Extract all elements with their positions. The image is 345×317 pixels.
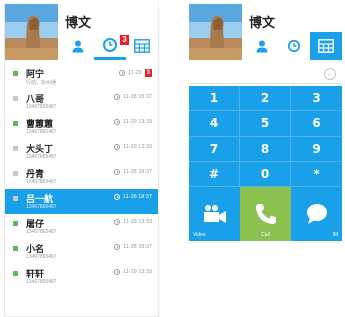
key-hash[interactable]: #: [189, 161, 240, 187]
panel-header: 博文: [189, 4, 342, 60]
contact-phone: 13467865487: [26, 179, 57, 185]
key-4[interactable]: 4: [189, 111, 240, 137]
clock-icon: [114, 244, 121, 250]
status-indicator: [13, 271, 18, 276]
tab-bar: 3: [62, 32, 158, 60]
tab-keypad[interactable]: [126, 32, 158, 60]
key-0[interactable]: 0: [240, 161, 291, 187]
contacts-panel: 博文 3 阿宁 行动，杂州通 11-29 3 八哥 13467865487 11…: [4, 4, 159, 317]
tab-contacts[interactable]: [62, 32, 94, 60]
key-5[interactable]: 5: [240, 111, 291, 137]
dial-number-display[interactable]: ←: [189, 64, 342, 84]
call-time: 11-28 18:37: [114, 94, 152, 100]
avatar[interactable]: [189, 4, 242, 60]
contact-phone: 13467865487: [26, 229, 57, 235]
key-2[interactable]: 2: [240, 86, 291, 112]
recent-calls-icon: [287, 39, 301, 53]
dialer-panel: 博文 ← 1 2 3 4 5 6 7 8 9 # 0 * Video Call …: [189, 4, 342, 317]
key-star[interactable]: *: [291, 162, 342, 187]
status-indicator: [13, 71, 18, 76]
contact-subtitle: 行动，杂州通: [26, 80, 57, 86]
status-indicator: [13, 121, 18, 126]
recent-calls-icon: [103, 37, 117, 52]
clock-icon: [114, 144, 121, 150]
im-button[interactable]: IM: [291, 187, 342, 241]
list-item[interactable]: 大头丁 13467865487 11-29 13:33: [5, 139, 158, 164]
video-camera-icon: [203, 205, 226, 223]
call-time: 11-28 18:37: [114, 169, 152, 175]
missed-count-badge: 3: [144, 69, 152, 77]
status-indicator: [13, 221, 18, 226]
call-time: 11-29 13:33: [114, 144, 152, 150]
call-time: 11-28 18:37: [114, 244, 152, 250]
user-icon: [256, 40, 268, 53]
clock-icon: [114, 194, 121, 200]
call-label: Call: [261, 232, 270, 238]
key-8[interactable]: 8: [240, 136, 291, 162]
call-time: 11-29 13:33: [114, 219, 152, 225]
call-time: 11-29 3: [118, 69, 152, 77]
list-item[interactable]: 小名 13467865487 11-28 18:37: [5, 239, 158, 264]
status-indicator: [13, 171, 18, 176]
clock-icon: [114, 94, 121, 100]
clock-icon: [114, 119, 121, 125]
keypad-icon: [318, 39, 334, 53]
keypad-icon: [134, 39, 150, 53]
contact-phone: 13467865487: [26, 254, 57, 260]
list-item[interactable]: 轩轩 13467865487 11-29 13:33: [5, 264, 158, 289]
call-time: 11-28 18:37: [114, 194, 152, 200]
key-3[interactable]: 3: [291, 86, 342, 112]
call-time: 11-29 13:33: [114, 269, 152, 275]
user-name: 博文: [65, 16, 92, 31]
user-icon: [72, 40, 84, 53]
tab-recent-calls[interactable]: 3: [94, 32, 129, 60]
tab-contacts[interactable]: [246, 32, 278, 60]
clock-icon: [118, 70, 125, 76]
list-item[interactable]: 阿宁 行动，杂州通 11-29 3: [5, 64, 158, 89]
contact-phone: 13467865487: [26, 104, 57, 110]
status-indicator: [13, 96, 18, 101]
tab-recent-calls[interactable]: [278, 32, 310, 60]
key-9[interactable]: 9: [291, 137, 342, 162]
call-button[interactable]: Call: [240, 187, 291, 241]
list-item[interactable]: 八哥 13467865487 11-28 18:37: [5, 89, 158, 114]
avatar[interactable]: [5, 4, 58, 60]
contact-phone: 13467865487: [26, 279, 57, 285]
user-name: 博文: [249, 16, 276, 31]
list-item[interactable]: 屠仔 13467865487 11-29 13:33: [5, 214, 158, 239]
clock-icon: [114, 219, 121, 225]
tab-keypad[interactable]: [310, 32, 342, 60]
video-call-button[interactable]: Video: [189, 187, 240, 241]
key-6[interactable]: 6: [291, 111, 342, 137]
keypad: 1 2 3 4 5 6 7 8 9 # 0 *: [189, 86, 342, 187]
status-indicator: [13, 246, 18, 251]
list-item[interactable]: 丹青 13467865487 11-28 18:37: [5, 164, 158, 189]
phone-icon: [255, 204, 276, 224]
tab-bar: [246, 32, 342, 60]
video-label: Video: [193, 232, 206, 238]
list-item[interactable]: 曹蕙蕙 13467865487 11-29 13:33: [5, 114, 158, 139]
clock-icon: [114, 269, 121, 275]
contact-phone: 13467865487: [26, 154, 57, 160]
backspace-icon[interactable]: ←: [324, 68, 336, 80]
key-1[interactable]: 1: [189, 86, 240, 112]
contact-phone: 13467865487: [26, 129, 57, 135]
status-indicator: [13, 146, 18, 151]
key-7[interactable]: 7: [189, 136, 240, 162]
contact-list: 阿宁 行动，杂州通 11-29 3 八哥 13467865487 11-28 18…: [5, 64, 158, 289]
im-label: IM: [332, 232, 338, 238]
contact-phone: 13467865487: [26, 204, 57, 210]
call-actions: Video Call IM: [189, 187, 342, 241]
call-time: 11-29 13:33: [114, 119, 152, 125]
clock-icon: [114, 169, 121, 175]
list-item-selected[interactable]: 吕一航 13467865487 11-28 18:37: [5, 189, 158, 214]
panel-header: 博文 3: [5, 4, 158, 60]
chat-bubble-icon: [306, 204, 327, 224]
status-indicator: [13, 196, 18, 201]
